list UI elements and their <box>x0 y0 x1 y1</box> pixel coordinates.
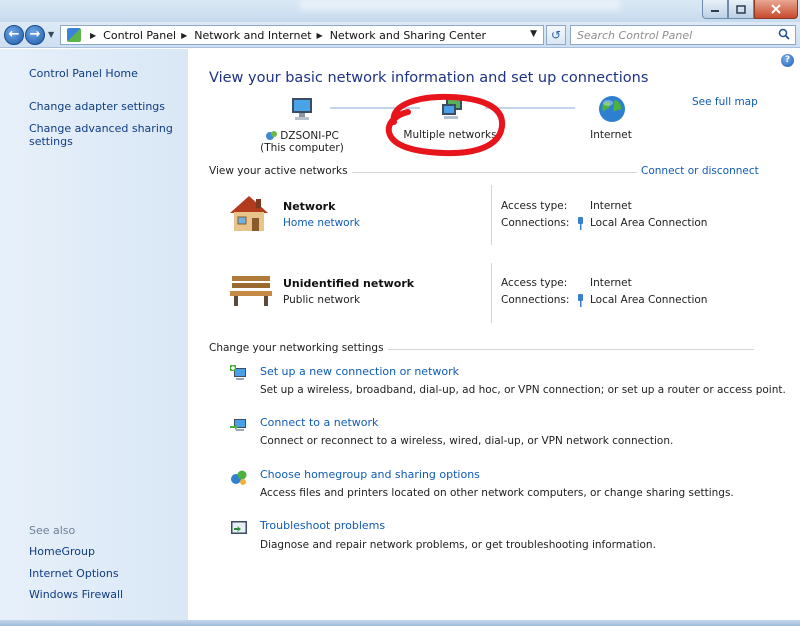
computer-label-group: DZSONI-PC (This computer) <box>247 129 357 155</box>
network-2-divider <box>491 263 492 323</box>
homegroup-sharing-link[interactable]: Choose homegroup and sharing options <box>260 468 480 481</box>
network-2-connection-link[interactable]: Local Area Connection <box>590 294 707 306</box>
homegroup-icon <box>231 470 247 485</box>
setup-connection-desc: Set up a wireless, broadband, dial-up, a… <box>260 384 786 396</box>
minimize-button[interactable] <box>702 0 728 19</box>
breadcrumb-separator-icon[interactable]: ▶ <box>90 31 96 40</box>
help-icon: ? <box>784 55 791 65</box>
back-arrow-icon: ← <box>8 27 20 42</box>
window-controls <box>702 0 798 19</box>
window-bottom-border <box>0 620 800 626</box>
control-panel-icon <box>67 28 81 42</box>
breadcrumb-separator-icon[interactable]: ▶ <box>181 31 187 40</box>
homegroup-user-icon <box>266 131 278 140</box>
computer-name-row: DZSONI-PC <box>247 129 357 142</box>
network-1-type-link[interactable]: Home network <box>283 217 360 229</box>
address-dropdown-icon[interactable]: ▼ <box>530 29 537 39</box>
network-1-access-label: Access type: <box>501 200 568 212</box>
title-bar <box>0 0 800 22</box>
map-multiple-networks-node[interactable] <box>438 96 468 125</box>
breadcrumb-network-sharing-center[interactable]: Network and Sharing Center <box>330 29 486 42</box>
computer-icon <box>292 98 312 120</box>
maximize-icon <box>736 4 746 14</box>
close-icon <box>771 4 781 14</box>
left-task-pane: Control Panel Home Change adapter settin… <box>0 49 188 626</box>
forward-arrow-icon: → <box>29 27 41 42</box>
new-connection-icon <box>230 365 246 380</box>
map-connector-line <box>485 107 575 109</box>
minimize-icon <box>711 10 719 12</box>
breadcrumb-separator-icon[interactable]: ▶ <box>317 31 323 40</box>
public-network-bench-icon <box>230 276 272 306</box>
search-input[interactable] <box>571 26 761 44</box>
refresh-button[interactable]: ↺ <box>546 25 566 45</box>
change-advanced-sharing-link[interactable]: Change advanced sharing settings <box>29 122 179 148</box>
back-button[interactable]: ← <box>4 25 24 45</box>
recent-pages-dropdown-icon[interactable]: ▼ <box>48 30 54 39</box>
map-connector-line <box>330 107 420 109</box>
homegroup-sharing-desc: Access files and printers located on oth… <box>260 487 734 499</box>
settings-heading: Change your networking settings <box>209 342 388 354</box>
ethernet-icon <box>578 294 583 307</box>
connect-or-disconnect-link[interactable]: Connect or disconnect <box>637 165 759 177</box>
multiple-networks-icon <box>442 98 462 119</box>
globe-icon <box>599 96 625 122</box>
map-internet-node[interactable] <box>596 94 628 127</box>
network-1-connection-link[interactable]: Local Area Connection <box>590 217 707 229</box>
control-panel-home-link[interactable]: Control Panel Home <box>29 67 138 80</box>
internet-label: Internet <box>590 129 632 141</box>
network-2-connections-label: Connections: <box>501 294 570 306</box>
change-adapter-settings-link[interactable]: Change adapter settings <box>29 100 165 113</box>
network-1-connections-label: Connections: <box>501 217 570 229</box>
network-2-type: Public network <box>283 294 361 306</box>
ethernet-icon <box>578 217 583 230</box>
search-box <box>570 25 796 45</box>
computer-sub-label: (This computer) <box>260 142 344 154</box>
map-computer-node[interactable] <box>262 96 342 124</box>
breadcrumb-network-and-internet[interactable]: Network and Internet <box>194 29 311 42</box>
search-icon[interactable] <box>778 28 790 40</box>
maximize-button[interactable] <box>728 0 754 19</box>
refresh-icon: ↺ <box>550 28 562 42</box>
network-2-access-value: Internet <box>590 277 632 289</box>
internet-options-link[interactable]: Internet Options <box>29 567 119 580</box>
breadcrumb-control-panel[interactable]: Control Panel <box>103 29 176 42</box>
network-1-divider <box>491 185 492 245</box>
setup-connection-link[interactable]: Set up a new connection or network <box>260 365 459 378</box>
windows-firewall-link[interactable]: Windows Firewall <box>29 588 123 601</box>
homegroup-link[interactable]: HomeGroup <box>29 545 95 558</box>
multiple-networks-label: Multiple networks <box>403 129 497 141</box>
active-networks-heading: View your active networks <box>209 165 352 177</box>
home-network-icon <box>230 196 268 231</box>
forward-button[interactable]: → <box>25 25 45 45</box>
troubleshoot-icon <box>231 521 247 534</box>
network-2-name: Unidentified network <box>283 277 415 290</box>
connect-network-icon <box>230 419 246 431</box>
network-2-access-label: Access type: <box>501 277 568 289</box>
address-bar: ← → ▼ ▶ Control Panel ▶ Network and Inte… <box>0 22 800 48</box>
computer-name: DZSONI-PC <box>280 129 339 142</box>
breadcrumb[interactable]: ▶ Control Panel ▶ Network and Internet ▶… <box>60 25 544 45</box>
connect-to-network-link[interactable]: Connect to a network <box>260 416 378 429</box>
network-1-name: Network <box>283 200 336 213</box>
troubleshoot-link[interactable]: Troubleshoot problems <box>260 519 385 532</box>
help-button[interactable]: ? <box>781 54 794 67</box>
network-1-access-value: Internet <box>590 200 632 212</box>
title-glow <box>300 0 620 10</box>
troubleshoot-desc: Diagnose and repair network problems, or… <box>260 539 656 551</box>
close-button[interactable] <box>754 0 798 19</box>
connect-to-network-desc: Connect or reconnect to a wireless, wire… <box>260 435 674 447</box>
see-also-heading: See also <box>29 524 76 537</box>
see-full-map-link[interactable]: See full map <box>692 96 758 108</box>
page-title: View your basic network information and … <box>209 70 649 86</box>
